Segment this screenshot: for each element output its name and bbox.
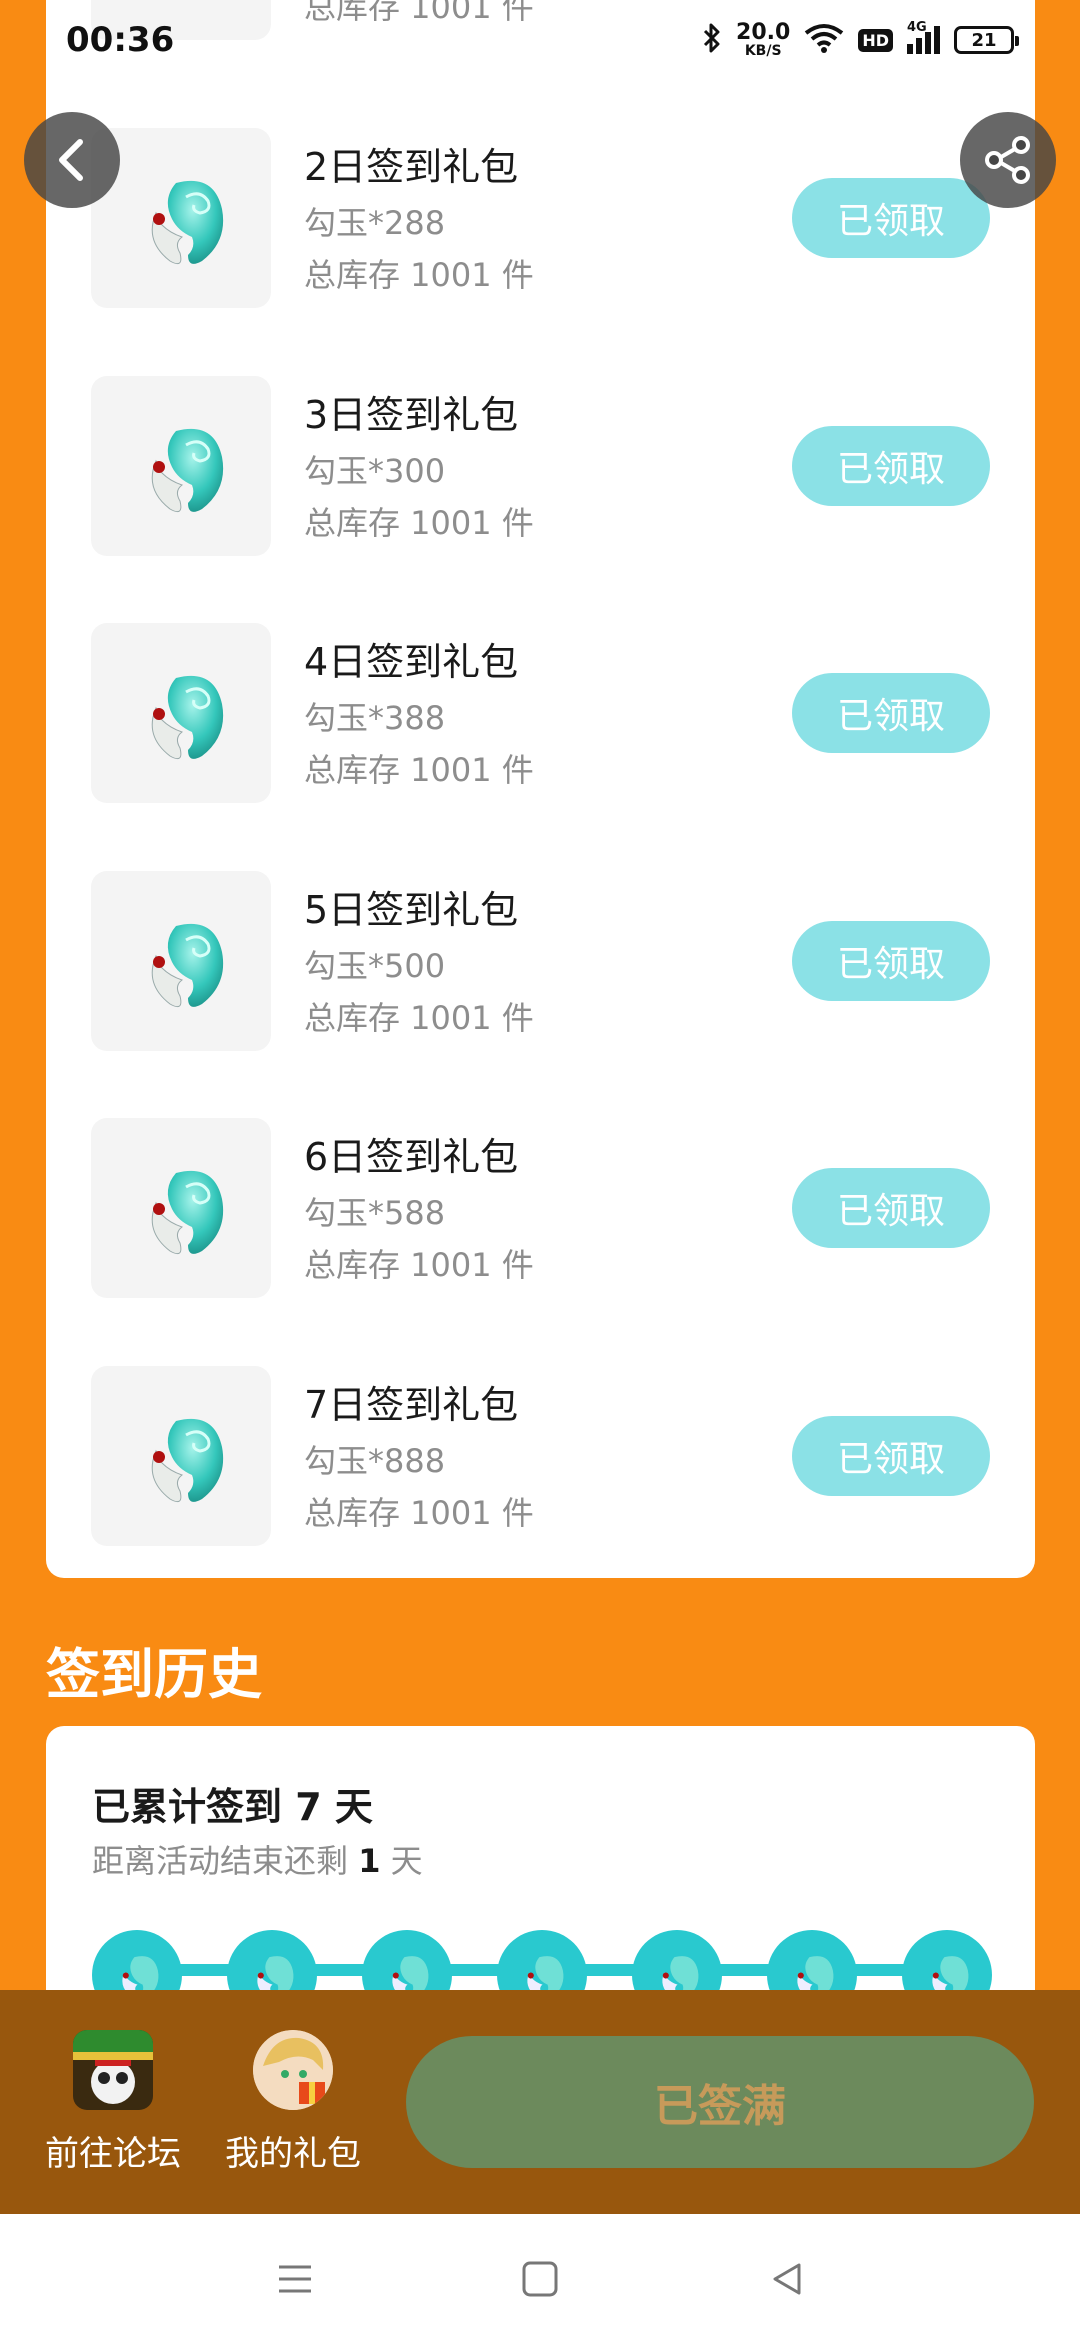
- gift-thumbnail: [91, 1118, 271, 1298]
- gift-stock: 总库存 1001 件: [304, 1493, 534, 1532]
- magatama-icon: [151, 923, 224, 1007]
- gift-stock: 总库存 1001 件: [304, 998, 534, 1037]
- home-square-icon: [522, 2261, 558, 2297]
- back-triangle-icon: [773, 2263, 801, 2295]
- magatama-icon: [151, 428, 224, 512]
- share-icon: [985, 136, 1030, 184]
- bottom-action-bar: 前往论坛 我的礼包 已签满: [0, 1990, 1080, 2214]
- history-remaining: 距离活动结束还剩 1 天: [92, 1842, 423, 1880]
- gift-amount: 勾玉*888: [304, 1441, 446, 1480]
- gift-amount: 勾玉*500: [304, 946, 446, 985]
- history-section-title: 签到历史: [46, 1643, 262, 1706]
- gift-row: 4日签到礼包 勾玉*388 总库存 1001 件 已领取: [46, 623, 1035, 803]
- magatama-icon: [151, 1418, 224, 1502]
- gift-stock: 总库存 1001 件: [304, 751, 534, 789]
- signed-full-button[interactable]: 已签满: [406, 2036, 1034, 2168]
- gift-row: 2日签到礼包 勾玉*288 总库存 1001 件 已领取: [46, 128, 1035, 308]
- gift-title: 5日签到礼包: [304, 887, 519, 932]
- gift-row: 5日签到礼包 勾玉*500 总库存 1001 件 已领取: [46, 870, 1035, 1051]
- home-button[interactable]: [505, 2244, 575, 2314]
- gift-row: 3日签到礼包 勾玉*300 总库存 1001 件 已领取: [46, 375, 1035, 556]
- claimed-button[interactable]: 已领取: [792, 178, 990, 258]
- claimed-button[interactable]: 已领取: [792, 673, 990, 753]
- gift-amount: 勾玉*288: [304, 204, 446, 242]
- system-nav-bar: [0, 2214, 1080, 2340]
- my-gifts-label: 我的礼包: [225, 2134, 361, 2174]
- history-total: 已累计签到 7 天: [92, 1785, 373, 1829]
- chevron-left-icon: [59, 139, 83, 181]
- forum-label: 前往论坛: [45, 2134, 181, 2174]
- gift-row: 6日签到礼包 勾玉*588 总库存 1001 件 已领取: [46, 1118, 1035, 1298]
- gift-thumbnail: [91, 1365, 271, 1546]
- menu-button[interactable]: [260, 2244, 330, 2314]
- gift-row: 7日签到礼包 勾玉*888 总库存 1001 件 已领取: [46, 1365, 1035, 1546]
- magatama-icon: [151, 180, 224, 265]
- gift-title: 3日签到礼包: [304, 392, 519, 437]
- gift-thumbnail: [91, 375, 271, 556]
- gift-stock: 总库存 1001 件: [304, 1246, 534, 1284]
- gift-title: 7日签到礼包: [304, 1382, 519, 1427]
- gift-stock: 总库存 1001 件: [304, 256, 534, 294]
- gift-amount: 勾玉*388: [304, 699, 446, 737]
- claimed-button[interactable]: 已领取: [792, 920, 990, 1001]
- gift-thumbnail: [91, 870, 271, 1051]
- gift-stock: 总库存 1001 件: [304, 0, 534, 26]
- gift-thumbnail: [91, 623, 271, 803]
- my-gifts-avatar-icon: [253, 2030, 333, 2110]
- back-button[interactable]: [24, 112, 120, 208]
- gift-title: 6日签到礼包: [304, 1135, 519, 1179]
- claimed-button[interactable]: 已领取: [792, 425, 990, 506]
- claimed-button[interactable]: 已领取: [792, 1415, 990, 1496]
- claimed-button[interactable]: 已领取: [792, 1168, 990, 1248]
- gift-amount: 勾玉*588: [304, 1194, 446, 1232]
- magatama-icon: [151, 675, 224, 760]
- gift-list-card: 总库存 1001 件 已领取 2日签到礼包 勾玉*288 总库存 1001 件 …: [46, 0, 1035, 1578]
- gift-thumbnail: [91, 0, 271, 40]
- gift-stock: 总库存 1001 件: [304, 503, 534, 542]
- gift-title: 2日签到礼包: [304, 145, 519, 189]
- gift-row-partial: 总库存 1001 件 已领取: [46, 0, 1035, 40]
- forum-link[interactable]: 前往论坛: [38, 2030, 188, 2180]
- gift-amount: 勾玉*300: [304, 451, 446, 490]
- gift-title: 4日签到礼包: [304, 640, 519, 684]
- share-button[interactable]: [960, 112, 1056, 208]
- magatama-icon: [151, 1170, 224, 1255]
- forum-game-icon: [73, 2030, 153, 2110]
- menu-icon: [279, 2265, 311, 2293]
- back-nav-button[interactable]: [752, 2244, 822, 2314]
- my-gifts-link[interactable]: 我的礼包: [218, 2030, 368, 2180]
